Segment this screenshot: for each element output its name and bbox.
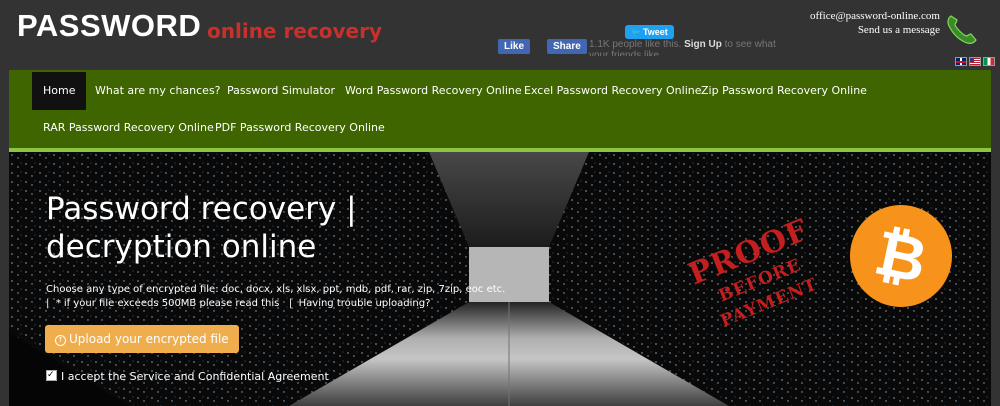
fb-count-text: 1.1K people like this. [589,39,682,50]
agreement-checkbox[interactable] [46,368,57,382]
facebook-like-count: 1.1K people like this. Sign Up to see wh… [589,39,789,56]
hero-title-line2: decryption online [46,229,317,265]
main-navbar: Home What are my chances? Password Simul… [9,70,991,152]
hero-title: Password recovery | decryption online [46,190,357,266]
nav-item-word-recovery[interactable]: Word Password Recovery Online [345,72,522,110]
flag-uk-icon[interactable] [955,57,967,66]
proof-before-payment-stamp: PROOF BEFORE PAYMENT [684,218,821,332]
contact-email[interactable]: office@password-online.com [810,10,940,22]
upload-help-links[interactable]: | * if your file exceeds 500MB please re… [46,297,505,311]
site-logo[interactable]: PASSWORD [17,8,201,44]
twitter-bird-icon: 🐦 [631,28,641,37]
fb-signup-link[interactable]: Sign Up [684,39,722,50]
send-message-link[interactable]: Send us a message [858,24,940,36]
agreement-label[interactable]: I accept the Service and Confidential Ag… [61,370,329,383]
tweet-button[interactable]: 🐦 Tweet [625,25,674,39]
language-flags [955,57,995,66]
hero-banner: Password recovery | decryption online Ch… [9,152,991,406]
nav-item-zip-recovery[interactable]: Zip Password Recovery Online [701,72,867,110]
facebook-like-button[interactable]: Like [498,39,531,54]
nav-item-chances[interactable]: What are my chances? [95,72,221,110]
nav-item-pdf-recovery[interactable]: PDF Password Recovery Online [215,109,385,147]
facebook-share-button[interactable]: Share [547,39,587,54]
upload-arrow-icon: ↑ [55,335,66,346]
hero-description: Choose any type of encrypted file: doc, … [46,283,505,311]
upload-button-label: Upload your encrypted file [69,332,229,346]
nav-item-home[interactable]: Home [32,72,87,110]
flag-us-icon[interactable] [969,57,981,66]
upload-button[interactable]: ↑ Upload your encrypted file [45,325,239,353]
nav-item-excel-recovery[interactable]: Excel Password Recovery Online [524,72,702,110]
tweet-label: Tweet [642,27,668,37]
nav-item-password-simulator[interactable]: Password Simulator [227,72,335,110]
nav-item-rar-recovery[interactable]: RAR Password Recovery Online [43,109,214,147]
agreement-row: I accept the Service and Confidential Ag… [46,368,329,384]
file-types-text: Choose any type of encrypted file: doc, … [46,284,506,295]
flag-it-icon[interactable] [983,57,995,66]
phone-icon[interactable] [945,12,979,46]
bitcoin-icon: ₿ [850,205,952,307]
hero-title-line1: Password recovery | [46,191,357,227]
site-tagline: online recovery [207,19,382,43]
